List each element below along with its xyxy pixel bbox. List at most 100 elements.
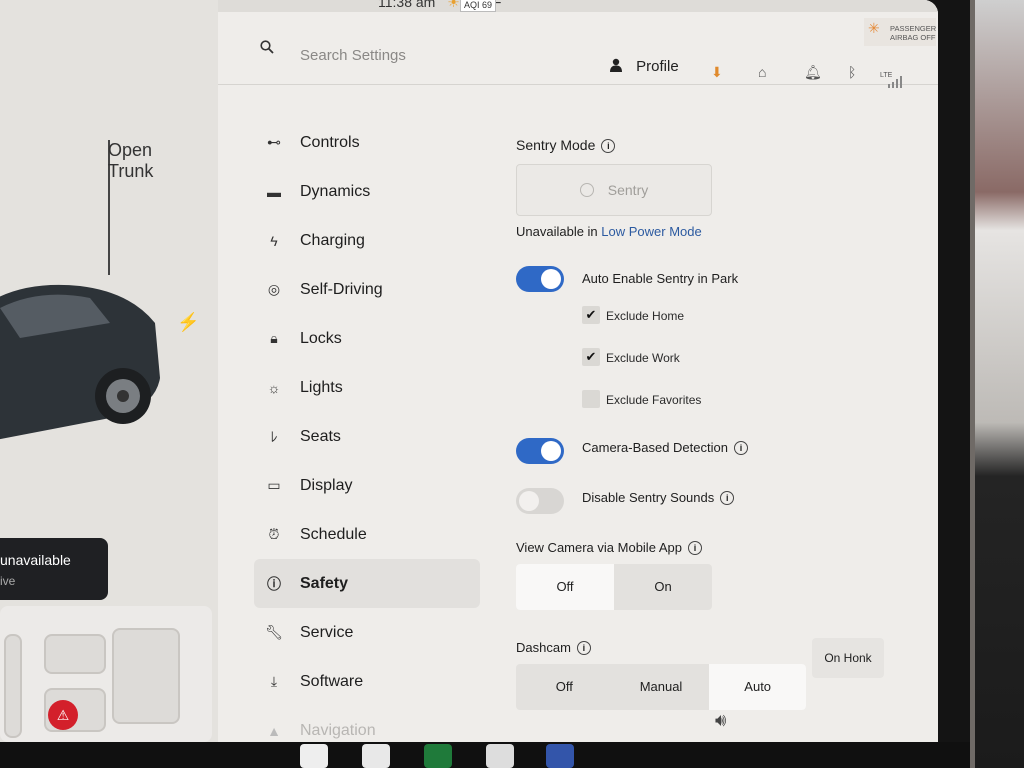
charging-bolt-icon: ⚡ <box>177 312 200 332</box>
search-input[interactable] <box>298 42 542 68</box>
sidebar-item-seats[interactable]: ﾚ Seats <box>254 412 480 461</box>
sidebar-item-service[interactable]: 🔧︎ Service <box>254 608 480 657</box>
exclude-home-checkbox[interactable]: ✔ <box>582 306 600 324</box>
dashcam-auto-option[interactable]: Auto <box>709 664 806 710</box>
energy-app-icon[interactable] <box>424 744 452 768</box>
auto-enable-sentry-label: Auto Enable Sentry in Park <box>582 271 739 286</box>
settings-header: Profile ⬇ ⌂ 🔔︎ ᛒ LTE <box>218 30 938 88</box>
view-camera-off-option[interactable]: Off <box>516 564 614 610</box>
garage-icon[interactable]: ⌂ <box>758 64 766 80</box>
open-trunk-button[interactable]: Open Trunk <box>108 140 190 275</box>
camera-detection-toggle[interactable] <box>516 438 564 464</box>
dashcam-off-option[interactable]: Off <box>516 664 613 710</box>
display-icon: ▭ <box>267 477 281 493</box>
sidebar-item-label: Controls <box>300 133 360 151</box>
sidebar-item-dynamics[interactable]: ▬ Dynamics <box>254 167 480 216</box>
sidebar-item-controls[interactable]: ⊷ Controls <box>254 118 480 167</box>
sidebar-item-navigation[interactable]: ▲ Navigation <box>254 706 480 742</box>
car-icon: ▬ <box>267 183 281 200</box>
info-icon[interactable]: i <box>576 641 591 655</box>
open-trunk-line2: Trunk <box>108 161 154 181</box>
sidebar-item-label: Lights <box>300 378 343 396</box>
sidebar-item-display[interactable]: ▭ Display <box>254 461 480 510</box>
download-icon: ⤓ <box>270 673 278 689</box>
sidebar-item-label: Navigation <box>300 721 376 739</box>
sidebar-item-lights[interactable]: ☼ Lights <box>254 363 480 412</box>
sidebar-item-software[interactable]: ⤓ Software <box>254 657 480 706</box>
bolt-icon: ϟ <box>270 232 278 249</box>
sidebar-item-label: Seats <box>300 427 341 445</box>
sidebar-item-safety[interactable]: ⓘ Safety <box>254 559 480 608</box>
seat-icon: ﾚ <box>270 428 278 445</box>
settings-panel: 11:38 am ☀ 72°F AQI 69 ✳ PASSENGER AIRBA… <box>218 0 938 742</box>
sidebar-item-label: Charging <box>300 231 365 249</box>
status-card-title: unavailable <box>0 552 71 568</box>
sun-icon: ☀ <box>447 0 460 10</box>
signal-icon <box>888 76 902 88</box>
info-icon[interactable]: i <box>601 139 616 153</box>
clock: 11:38 am <box>378 0 436 10</box>
camera-detection-label: Camera-Based Detection i <box>582 440 748 455</box>
view-camera-on-option[interactable]: On <box>614 564 712 610</box>
sidebar-item-label: Locks <box>300 329 342 347</box>
aqi-badge: AQI 69 <box>460 0 497 12</box>
alert-circle-icon: ⓘ <box>267 575 281 592</box>
dashcam-manual-option[interactable]: Manual <box>613 664 710 710</box>
on-honk-option[interactable]: On Honk <box>812 638 884 678</box>
bluetooth-icon[interactable]: ᛒ <box>848 64 856 80</box>
navigation-arrow-icon: ▲ <box>267 722 281 739</box>
auto-enable-sentry-toggle[interactable] <box>516 266 564 292</box>
sidebar-item-locks[interactable]: 🔒︎ Locks <box>254 314 480 363</box>
dashcam-segmented: Off Manual Auto <box>516 664 806 710</box>
status-card[interactable]: unavailable ive <box>0 538 108 600</box>
sentry-unavailable-message: Unavailable in Low Power Mode <box>516 224 702 239</box>
settings-sidebar: ⊷ Controls ▬ Dynamics ϟ Charging ◎ Self-… <box>254 118 480 742</box>
sidebar-item-label: Software <box>300 672 364 690</box>
disable-sentry-sounds-label: Disable Sentry Sounds i <box>582 490 735 505</box>
seat-icon <box>112 628 180 724</box>
manual-app-icon[interactable] <box>486 744 514 768</box>
exclude-favorites-label: Exclude Favorites <box>606 393 702 407</box>
sidebar-item-label: Display <box>300 476 353 494</box>
lock-icon: 🔒︎ <box>270 330 278 346</box>
sidebar-item-self-driving[interactable]: ◎ Self-Driving <box>254 265 480 314</box>
touchscreen: Open Trunk ⚡ unavailable ive ⚠ 11:38 am <box>0 0 938 742</box>
view-camera-segmented: Off On <box>516 564 712 610</box>
low-power-mode-link[interactable]: Low Power Mode <box>601 224 701 239</box>
profile-button[interactable]: Profile <box>610 58 679 75</box>
volume-icon[interactable]: 🔊︎ <box>715 710 726 731</box>
sidebar-item-label: Self-Driving <box>300 280 383 298</box>
sidebar-item-label: Safety <box>300 574 349 592</box>
status-bar: 11:38 am ☀ 72°F AQI 69 <box>218 0 938 12</box>
toggle-icon: ⊷ <box>267 134 281 150</box>
bell-icon[interactable]: 🔔︎ <box>804 64 822 81</box>
exclude-favorites-checkbox[interactable] <box>582 390 600 408</box>
exclude-work-checkbox[interactable]: ✔ <box>582 348 600 366</box>
exclude-home-label: Exclude Home <box>606 309 685 323</box>
sidebar-item-charging[interactable]: ϟ Charging <box>254 216 480 265</box>
view-camera-title: View Camera via Mobile App i <box>516 540 702 555</box>
car-window-background <box>975 0 1024 768</box>
download-icon[interactable]: ⬇ <box>711 64 723 81</box>
theater-app-icon[interactable] <box>300 744 328 768</box>
sentry-mode-title: Sentry Mode i <box>516 137 616 153</box>
sidebar-item-schedule[interactable]: ⏰︎ Schedule <box>254 510 480 559</box>
navigation-app-icon[interactable] <box>546 744 574 768</box>
seat-icon <box>44 634 106 674</box>
info-icon[interactable]: i <box>720 491 735 505</box>
info-icon[interactable]: i <box>687 541 702 555</box>
info-icon[interactable]: i <box>733 441 748 455</box>
profile-label: Profile <box>636 58 679 75</box>
dashcam-title: Dashcam i <box>516 640 591 655</box>
wrench-icon: 🔧︎ <box>265 624 283 640</box>
toybox-app-icon[interactable] <box>362 744 390 768</box>
search-icon[interactable] <box>260 40 274 54</box>
exclude-work-label: Exclude Work <box>606 351 680 365</box>
disable-sentry-sounds-toggle[interactable] <box>516 488 564 514</box>
sentry-button[interactable]: Sentry <box>516 164 712 216</box>
seat-icon <box>4 634 22 738</box>
sidebar-item-label: Schedule <box>300 525 367 543</box>
car-panel: Open Trunk ⚡ unavailable ive ⚠ <box>0 0 218 742</box>
user-icon <box>610 58 622 72</box>
sidebar-item-label: Service <box>300 623 354 641</box>
